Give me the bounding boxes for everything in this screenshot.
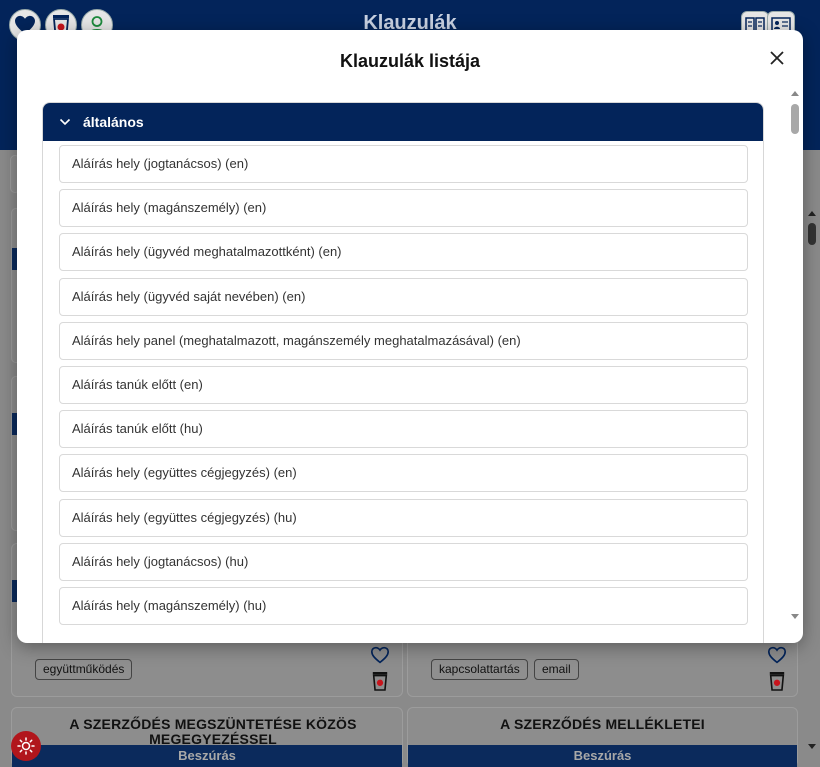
category-accordion: általános Aláírás hely (jogtanácsos) (en… (42, 102, 764, 643)
insert-button[interactable]: Beszúrás (408, 745, 797, 767)
heart-outline-icon[interactable] (767, 646, 787, 664)
cup-icon[interactable] (768, 670, 786, 692)
clause-item[interactable]: Aláírás hely (magánszemély) (en) (59, 189, 748, 227)
modal-title: Klauzulák listája (339, 51, 481, 71)
card-title: A SZERZŐDÉS MELLÉKLETEI (500, 716, 705, 732)
page-scrollbar[interactable] (804, 205, 820, 750)
scroll-up-icon[interactable] (804, 208, 820, 218)
scroll-up-icon[interactable] (787, 88, 803, 98)
clause-item[interactable]: Aláírás tanúk előtt (hu) (59, 410, 748, 448)
category-header-altalanos[interactable]: általános (43, 103, 763, 141)
tag-chip[interactable]: email (534, 659, 579, 680)
tag-chip[interactable]: együttműködés (35, 659, 133, 680)
clause-item[interactable]: Aláírás hely (magánszemély) (hu) (59, 587, 748, 625)
scrollbar-thumb[interactable] (791, 104, 799, 134)
tag-chip[interactable]: kapcsolattartás (431, 659, 528, 680)
scrollbar-thumb[interactable] (808, 223, 816, 245)
cup-icon[interactable] (371, 670, 389, 692)
clause-item[interactable]: Aláírás hely (együttes cégjegyzés) (hu) (59, 499, 748, 537)
clause-item[interactable]: Aláírás hely (ügyvéd saját nevében) (en) (59, 278, 748, 316)
close-button[interactable] (765, 46, 789, 70)
theme-toggle-button[interactable] (11, 731, 41, 761)
clause-item[interactable]: Aláírás hely (jogtanácsos) (hu) (59, 543, 748, 581)
close-icon (770, 51, 784, 65)
clause-item[interactable]: Aláírás hely (ügyvéd meghatalmazottként)… (59, 233, 748, 271)
scroll-down-icon[interactable] (787, 612, 803, 622)
clause-item[interactable]: Aláírás hely (együttes cégjegyzés) (en) (59, 454, 748, 492)
modal-scrollbar[interactable] (787, 86, 803, 626)
chevron-down-icon (59, 118, 71, 126)
insert-button[interactable]: Beszúrás (12, 745, 402, 767)
clause-item[interactable]: Aláírás tanúk előtt (en) (59, 366, 748, 404)
modal-body: általános Aláírás hely (jogtanácsos) (en… (42, 102, 764, 643)
clauses-modal: Klauzulák listája általános Aláírás hely… (17, 30, 803, 643)
clause-item[interactable]: Aláírás hely panel (meghatalmazott, magá… (59, 322, 748, 360)
sun-icon (17, 737, 35, 755)
heart-outline-icon[interactable] (370, 646, 390, 664)
clause-item[interactable]: Aláírás hely (jogtanácsos) (en) (59, 145, 748, 183)
scroll-down-icon[interactable] (804, 742, 820, 752)
card-title: A SZERZŐDÉS MEGSZÜNTETÉSE KÖZÖS MEGEGYEZ… (69, 716, 357, 747)
category-label: általános (83, 114, 144, 130)
